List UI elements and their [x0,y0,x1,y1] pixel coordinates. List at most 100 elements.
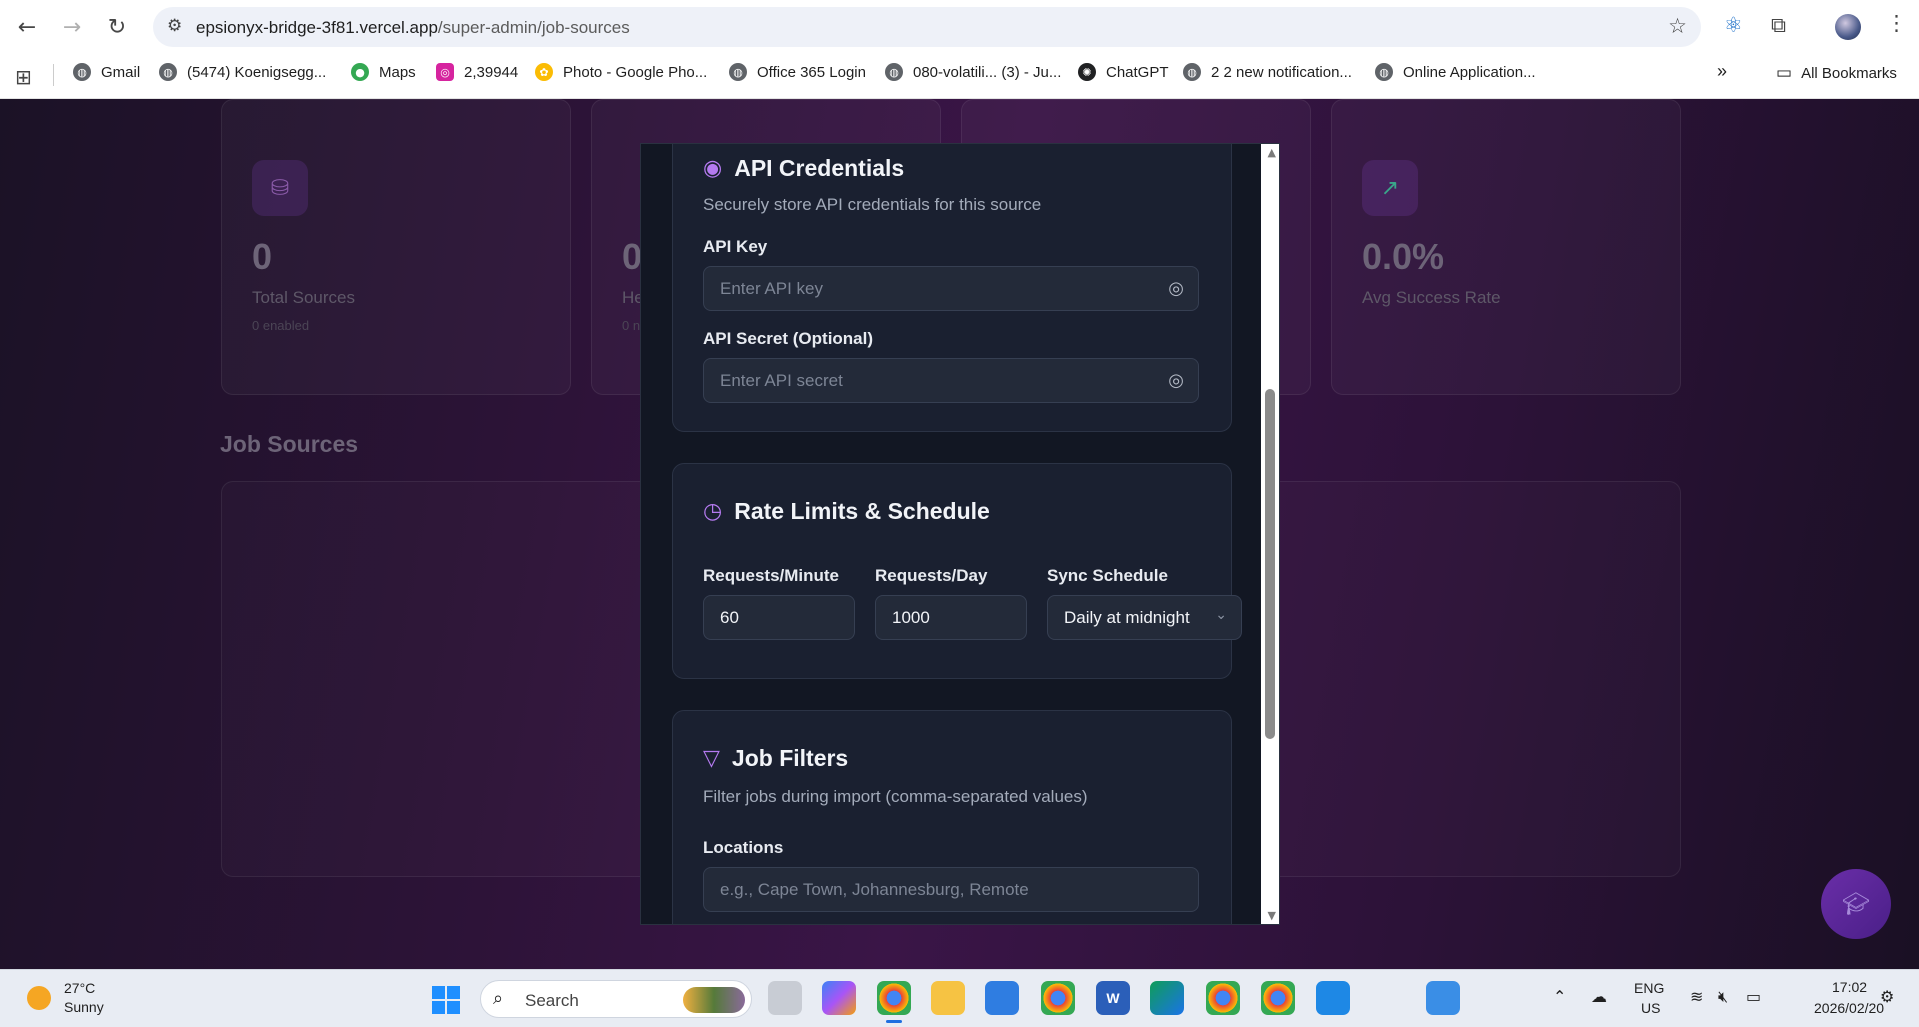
scroll-down-arrow-icon[interactable]: ▼ [1268,909,1276,922]
sync-schedule-select[interactable]: Daily at midnight ⌄ [1047,595,1242,640]
bookmark-star-icon[interactable]: ☆ [1668,14,1687,38]
profile-avatar[interactable] [1835,14,1861,40]
search-highlight-image [683,987,745,1013]
stat-label: Total Sources [252,288,355,307]
clock-date[interactable]: 2026/02/20 [1814,1000,1884,1016]
globe-icon: ◍ [159,63,177,81]
clock-time[interactable]: 17:02 [1832,979,1867,995]
file-explorer-icon[interactable] [931,981,965,1015]
all-bookmarks-button[interactable]: ▭ All Bookmarks [1776,63,1897,83]
chrome-profile-icon[interactable] [1041,981,1075,1015]
section-rate-limits: ◷ Rate Limits & Schedule Requests/Minute… [672,463,1242,679]
react-devtools-icon[interactable]: ⚛ [1724,13,1743,37]
bookmarks-overflow-button[interactable]: » [1717,61,1727,82]
extensions-puzzle-icon[interactable]: ⧉ [1771,13,1786,38]
volume-muted-icon[interactable]: 🔇︎ [1718,987,1728,1007]
modal-scrollbar[interactable]: ▲ ▼ [1261,144,1279,924]
bookmark-chatgpt[interactable]: ✺ ChatGPT [1078,63,1169,81]
task-view-icon[interactable] [768,981,802,1015]
database-icon: ⛁ [252,160,308,216]
globe-icon: ◍ [73,63,91,81]
onedrive-icon[interactable]: ☁ [1591,987,1607,1006]
bookmark-gmail[interactable]: ◍ Gmail [73,63,140,81]
scrollbar-thumb[interactable] [1265,389,1275,739]
section-description: Filter jobs during import (comma-separat… [703,787,1088,806]
language-region[interactable]: US [1641,1000,1660,1016]
search-icon: ⌕ [493,988,504,1009]
api-secret-input[interactable]: Enter API secret ◎ [703,358,1199,403]
bookmark-google-photos[interactable]: ✿ Photo - Google Pho... [535,63,707,81]
weather-temp[interactable]: 27°C [64,980,95,996]
bookmark-instagram[interactable]: ◎ 2,39944 [436,63,518,81]
bookmark-koenigsegg[interactable]: ◍ (5474) Koenigsegg... [159,63,326,81]
scroll-up-arrow-icon[interactable]: ▲ [1268,146,1276,159]
assistant-fab-button[interactable]: 🎓︎ [1821,869,1891,939]
bookmark-office365[interactable]: ◍ Office 365 Login [729,63,866,81]
edge-icon[interactable] [1150,981,1184,1015]
chrome-icon[interactable] [877,981,911,1023]
browser-toolbar: ← → ↻ ⚙ epsionyx-bridge-3f81.vercel.app/… [0,0,1919,54]
stat-card-success-rate: ↗ 0.0% Avg Success Rate [1331,99,1681,395]
locations-input[interactable]: e.g., Cape Town, Johannesburg, Remote [703,867,1199,912]
requests-per-minute-input[interactable]: 60 [703,595,855,640]
requests-per-day-input[interactable]: 1000 [875,595,1027,640]
clock-icon: ◷ [703,499,723,524]
bookmark-maps[interactable]: ● Maps [351,63,416,81]
globe-icon: ◍ [1183,63,1201,81]
battery-icon[interactable]: ▭ [1746,987,1761,1006]
show-password-eye-icon[interactable]: ◎ [1168,370,1184,391]
url-text[interactable]: epsionyx-bridge-3f81.vercel.app/super-ad… [196,18,630,38]
taskbar-search[interactable]: ⌕ Search [480,980,752,1018]
bookmark-notifications[interactable]: ◍ 2 2 new notification... [1183,63,1352,81]
section-description: Securely store API credentials for this … [703,195,1042,214]
photos-app-icon[interactable] [1316,981,1350,1015]
trending-up-icon: ↗ [1362,160,1418,216]
section-heading: ▽ Job Filters [703,745,849,771]
stat-value: 0.0% [1362,236,1445,277]
openai-icon: ✺ [1078,63,1096,81]
stat-label: Avg Success Rate [1362,288,1501,307]
api-key-input[interactable]: Enter API key ◎ [703,266,1199,311]
forward-button[interactable]: → [56,11,88,43]
weather-sun-icon[interactable] [27,986,51,1010]
chevron-up-icon[interactable]: ⌃ [1553,987,1566,1006]
sync-schedule-label: Sync Schedule [1047,566,1168,585]
language-indicator[interactable]: ENG [1634,980,1664,996]
site-info-icon[interactable]: ⚙ [167,16,182,36]
microsoft-store-icon[interactable] [985,981,1019,1015]
bookmark-volatility[interactable]: ◍ 080-volatili... (3) - Ju... [885,63,1061,81]
windows-taskbar: 27°C Sunny ⌕ Search W ⌃ ☁ ENG US ≋ 🔇︎ ▭ … [0,969,1919,1027]
globe-icon: ◍ [1375,63,1393,81]
section-api-credentials: ◉ API Credentials Securely store API cre… [672,144,1232,432]
filter-icon: ▽ [703,746,720,771]
api-secret-label: API Secret (Optional) [703,329,874,348]
maps-pin-icon: ● [351,63,369,81]
section-title: Job Sources [220,431,359,457]
photos-icon: ✿ [535,63,553,81]
show-password-eye-icon[interactable]: ◎ [1168,278,1184,299]
wifi-icon[interactable]: ≋ [1690,987,1703,1006]
folder-icon: ▭ [1776,63,1793,83]
section-heading: ◷ Rate Limits & Schedule [703,498,990,524]
api-key-label: API Key [703,237,768,256]
bookmark-online-application[interactable]: ◍ Online Application... [1375,63,1536,81]
apps-grid-icon[interactable]: ⊞ [15,65,32,89]
reload-button[interactable]: ↻ [101,11,133,43]
stat-sub: 0 n [622,318,641,333]
copilot-icon[interactable] [822,981,856,1015]
requests-per-day-label: Requests/Day [875,566,988,585]
back-button[interactable]: ← [11,11,43,43]
job-source-modal: ◉ API Credentials Securely store API cre… [640,143,1280,925]
section-heading: ◉ API Credentials [703,155,905,181]
notifications-icon[interactable]: ⚙ [1880,987,1894,1006]
weather-desc[interactable]: Sunny [64,999,104,1015]
instagram-icon: ◎ [436,63,454,81]
chevron-down-icon: ⌄ [1215,607,1227,623]
word-icon[interactable]: W [1096,981,1130,1015]
address-bar[interactable]: ⚙ epsionyx-bridge-3f81.vercel.app/super-… [153,7,1701,47]
windows-start-icon[interactable] [432,986,460,1014]
chrome-profile-t-icon[interactable] [1206,981,1240,1015]
chrome-profile-green-icon[interactable] [1261,981,1295,1015]
notepad-icon[interactable] [1426,981,1460,1015]
menu-kebab-icon[interactable]: ⋮ [1886,11,1907,35]
